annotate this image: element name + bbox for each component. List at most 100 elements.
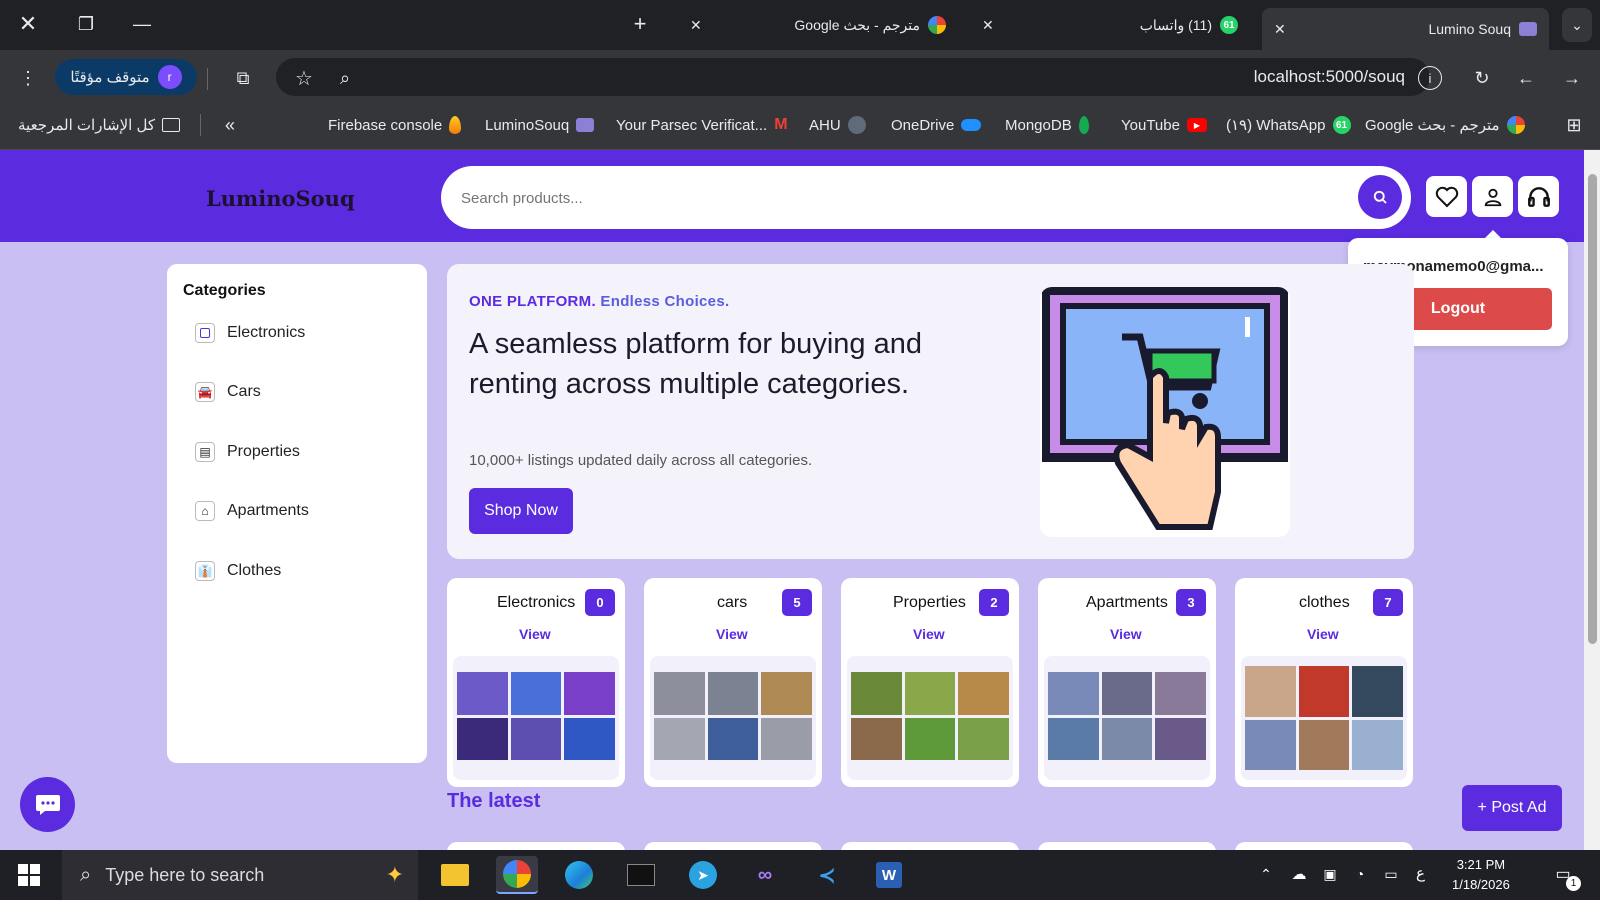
google-icon <box>1506 116 1525 134</box>
view-link[interactable]: View <box>1307 626 1339 642</box>
bookmark-onedrive[interactable]: OneDrive <box>891 112 982 138</box>
extensions-icon[interactable]: ⧉ <box>231 66 255 90</box>
sidebar-item-apartments[interactable]: ⌂ Apartments <box>195 497 309 525</box>
category-card-cars[interactable]: cars 5 View <box>644 578 822 787</box>
category-thumbnail <box>453 656 619 780</box>
sidebar-item-label: Apartments <box>227 502 309 519</box>
post-ad-button[interactable]: + Post Ad <box>1462 785 1562 831</box>
battery-icon[interactable]: ▭ <box>1380 864 1402 884</box>
card-title: Properties <box>893 594 966 611</box>
bookmark-luminosouq[interactable]: LuminoSouq <box>485 112 595 138</box>
view-link[interactable]: View <box>716 626 748 642</box>
wishlist-button[interactable] <box>1426 176 1467 217</box>
sidebar-item-electronics[interactable]: Electronics <box>195 319 305 347</box>
bookmark-whatsapp[interactable]: 61 WhatsApp (١٩) <box>1226 112 1351 138</box>
new-tab-icon[interactable]: + <box>628 11 652 36</box>
lumino-icon <box>576 118 595 132</box>
tab-lumino-souq[interactable]: Lumino Souq ✕ <box>1262 8 1549 50</box>
tab-label: مترجم - بحث Google <box>794 16 920 33</box>
input-language[interactable]: ع <box>1416 864 1425 882</box>
view-link[interactable]: View <box>1110 626 1142 642</box>
whatsapp-icon: 61 <box>1220 16 1238 34</box>
reload-icon[interactable]: ↻ <box>1470 66 1494 90</box>
firebase-icon <box>449 116 462 134</box>
hero-tagline: ONE PLATFORM. Endless Choices. <box>469 293 729 310</box>
terminal-icon[interactable] <box>620 856 662 894</box>
account-button[interactable] <box>1472 176 1513 217</box>
category-thumbnail <box>847 656 1013 780</box>
menu-kebab-icon[interactable]: ⋮ <box>18 66 38 90</box>
folder-icon <box>162 118 180 132</box>
tab-label: Lumino Souq <box>1428 21 1511 37</box>
bookmarks-overflow-icon[interactable]: « <box>218 112 242 138</box>
hero-heading: A seamless platform for buying and renti… <box>469 328 922 400</box>
category-card-properties[interactable]: Properties 2 View <box>841 578 1019 787</box>
bookmark-google-translate[interactable]: مترجم - بحث Google <box>1365 112 1525 138</box>
square-icon <box>195 323 215 343</box>
count-badge: 7 <box>1373 589 1403 616</box>
bookmark-ahu[interactable]: AHU <box>809 112 866 138</box>
zoom-icon[interactable]: ⌕ <box>333 66 357 90</box>
network-status-icon[interactable]: ☁ <box>1288 864 1310 884</box>
sidebar-item-label: Properties <box>227 443 300 460</box>
bookmark-label: LuminoSouq <box>485 116 570 134</box>
category-card-electronics[interactable]: Electronics 0 View <box>447 578 625 787</box>
bookmark-mongodb[interactable]: MongoDB <box>1005 112 1089 138</box>
profile-button[interactable]: r متوقف مؤقتًا <box>55 59 197 95</box>
sidebar-item-clothes[interactable]: 👔 Clothes <box>195 557 281 585</box>
restore-window-icon[interactable]: ❐ <box>74 12 98 36</box>
search-button[interactable] <box>1358 175 1402 219</box>
search-input[interactable] <box>461 180 1321 216</box>
count-badge: 5 <box>782 589 812 616</box>
windows-start-icon[interactable] <box>18 864 40 886</box>
support-button[interactable] <box>1518 176 1559 217</box>
notification-count: 1 <box>1566 876 1581 891</box>
tab-whatsapp[interactable]: 61 (11) واتساب ✕ <box>970 8 1250 42</box>
show-hidden-icons-icon[interactable]: ⌃ <box>1256 864 1276 884</box>
tab-close-icon[interactable]: ✕ <box>982 17 994 34</box>
site-logo[interactable]: LuminoSouq <box>206 186 355 211</box>
forward-icon[interactable]: → <box>1560 66 1584 90</box>
hero-subtext: 10,000+ listings updated daily across al… <box>469 452 813 469</box>
vscode-icon[interactable]: ≺ <box>806 856 848 894</box>
wifi-icon[interactable]: ◔ <box>1350 864 1370 884</box>
bookmark-label: YouTube <box>1121 116 1180 134</box>
chat-button[interactable] <box>20 777 75 832</box>
tab-search-chevron-icon[interactable]: ⌄ <box>1562 8 1592 42</box>
tab-close-icon[interactable]: ✕ <box>1274 21 1286 38</box>
view-link[interactable]: View <box>913 626 945 642</box>
tab-google-translate[interactable]: مترجم - بحث Google ✕ <box>678 8 958 42</box>
scrollbar-thumb[interactable] <box>1588 174 1597 644</box>
view-link[interactable]: View <box>519 626 551 642</box>
shop-now-button[interactable]: Shop Now <box>469 488 573 534</box>
site-info-icon[interactable]: i <box>1418 66 1442 90</box>
tab-close-icon[interactable]: ✕ <box>690 17 702 34</box>
mongodb-icon <box>1078 116 1089 134</box>
category-card-clothes[interactable]: clothes 7 View <box>1235 578 1413 787</box>
bookmark-parsec[interactable]: Your Parsec Verificat... M <box>616 112 788 138</box>
search-icon: ⌕ <box>80 863 92 886</box>
file-explorer-icon[interactable] <box>434 856 476 894</box>
minimize-window-icon[interactable]: — <box>130 12 154 36</box>
bookmark-youtube[interactable]: YouTube ▶ <box>1121 112 1207 138</box>
chrome-icon[interactable] <box>496 856 538 894</box>
edge-icon[interactable] <box>558 856 600 894</box>
clothes-icon: 👔 <box>195 561 215 581</box>
bookmark-star-icon[interactable]: ☆ <box>292 66 316 90</box>
category-card-apartments[interactable]: Apartments 3 View <box>1038 578 1216 787</box>
taskbar-search[interactable]: ⌕ Type here to search ✦ <box>62 850 418 900</box>
bookmark-label: WhatsApp (١٩) <box>1226 117 1326 134</box>
bookmark-firebase[interactable]: Firebase console <box>328 112 462 138</box>
close-window-icon[interactable]: ✕ <box>16 11 40 36</box>
apps-grid-icon[interactable]: ⊞ <box>1562 112 1586 138</box>
all-bookmarks[interactable]: كل الإشارات المرجعية <box>18 112 180 138</box>
sidebar-item-cars[interactable]: 🚘 Cars <box>195 378 261 406</box>
taskbar-clock[interactable]: 3:21 PM 1/18/2026 <box>1452 855 1510 895</box>
word-icon[interactable]: W <box>868 856 910 894</box>
visual-studio-icon[interactable]: ∞ <box>744 856 786 894</box>
sidebar-item-properties[interactable]: ▤ Properties <box>195 438 300 466</box>
back-icon[interactable]: ← <box>1514 66 1538 90</box>
telegram-icon[interactable]: ➤ <box>682 856 724 894</box>
device-icon[interactable]: ▣ <box>1320 864 1340 884</box>
profile-status: متوقف مؤقتًا <box>70 69 150 86</box>
